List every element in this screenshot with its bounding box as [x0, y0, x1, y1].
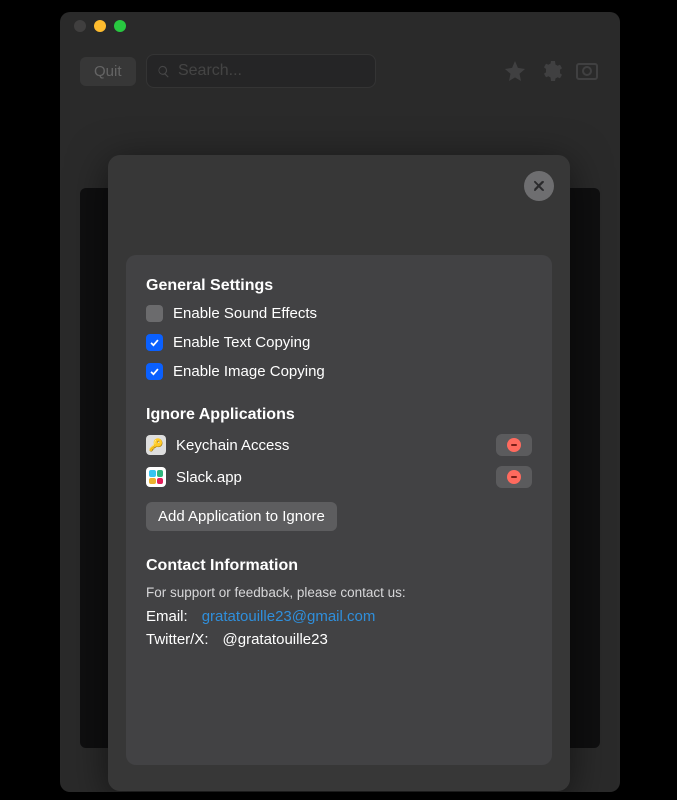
star-icon[interactable]: [502, 58, 528, 84]
titlebar: [60, 12, 620, 40]
settings-sheet: General Settings Enable Sound Effects En…: [108, 155, 570, 791]
toolbar: Quit: [60, 40, 620, 102]
minus-icon: [507, 470, 521, 484]
twitter-handle[interactable]: @gratatouille23: [223, 631, 328, 648]
setting-sound-effects[interactable]: Enable Sound Effects: [146, 305, 532, 322]
remove-app-button[interactable]: [496, 434, 532, 456]
setting-text-copying[interactable]: Enable Text Copying: [146, 334, 532, 351]
contact-info-title: Contact Information: [146, 557, 532, 575]
ignore-apps-title: Ignore Applications: [146, 406, 532, 424]
quit-button[interactable]: Quit: [80, 57, 136, 86]
traffic-light-zoom[interactable]: [114, 20, 126, 32]
gear-icon[interactable]: [538, 58, 564, 84]
email-link[interactable]: gratatouille23@gmail.com: [202, 608, 376, 625]
contact-email-row: Email: gratatouille23@gmail.com: [146, 608, 532, 625]
ignore-app-label: Keychain Access: [176, 437, 486, 454]
close-button[interactable]: [524, 171, 554, 201]
contact-twitter-row: Twitter/X: @gratatouille23: [146, 631, 532, 648]
camera-icon[interactable]: [574, 58, 600, 84]
twitter-label: Twitter/X:: [146, 631, 209, 648]
general-settings-title: General Settings: [146, 277, 532, 295]
contact-text: For support or feedback, please contact …: [146, 585, 532, 600]
ignore-app-label: Slack.app: [176, 469, 486, 486]
search-field-wrap[interactable]: [146, 54, 376, 88]
remove-app-button[interactable]: [496, 466, 532, 488]
search-icon: [157, 64, 170, 79]
label-image-copying: Enable Image Copying: [173, 363, 325, 380]
label-sound-effects: Enable Sound Effects: [173, 305, 317, 322]
add-application-button[interactable]: Add Application to Ignore: [146, 502, 337, 531]
search-input[interactable]: [178, 62, 365, 80]
minus-icon: [507, 438, 521, 452]
traffic-light-close[interactable]: [74, 20, 86, 32]
label-text-copying: Enable Text Copying: [173, 334, 310, 351]
slack-icon: [146, 467, 166, 487]
ignore-app-slack: Slack.app: [146, 466, 532, 488]
keychain-access-icon: 🔑: [146, 435, 166, 455]
ignore-app-keychain: 🔑 Keychain Access: [146, 434, 532, 456]
checkbox-image-copying[interactable]: [146, 363, 163, 380]
close-icon: [532, 179, 546, 193]
checkbox-sound-effects[interactable]: [146, 305, 163, 322]
traffic-light-minimize[interactable]: [94, 20, 106, 32]
email-label: Email:: [146, 608, 188, 625]
setting-image-copying[interactable]: Enable Image Copying: [146, 363, 532, 380]
checkbox-text-copying[interactable]: [146, 334, 163, 351]
settings-card: General Settings Enable Sound Effects En…: [126, 255, 552, 765]
